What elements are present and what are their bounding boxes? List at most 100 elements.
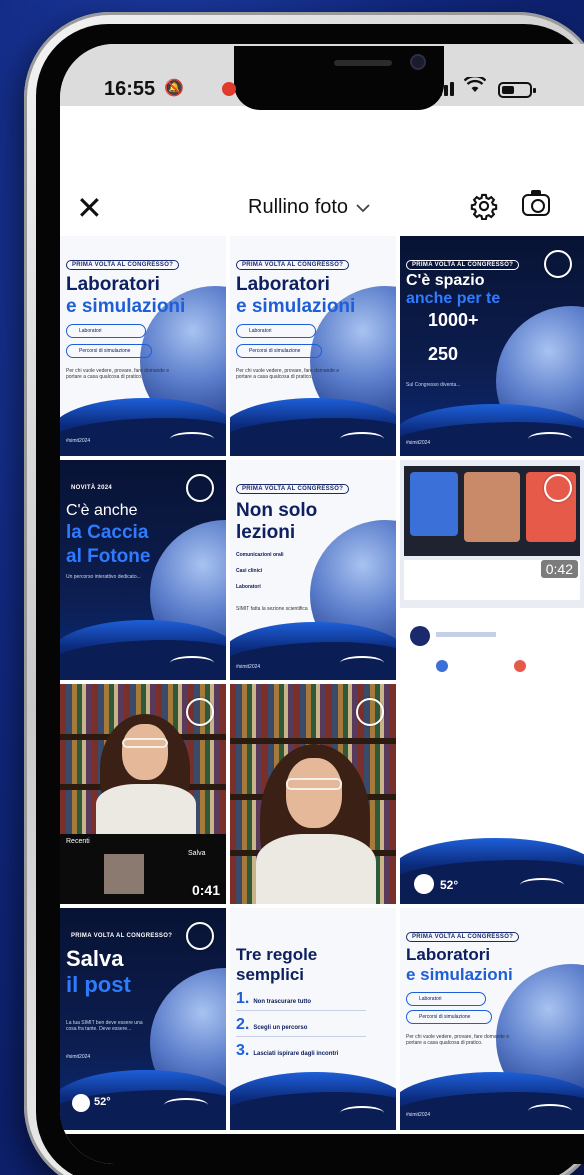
post-hashtag: #simit2024 (66, 1054, 91, 1060)
photo-picker-header: ✕ Rullino foto (60, 184, 584, 234)
recents-label: Recenti (66, 838, 90, 845)
post-tag: PRIMA VOLTA AL CONGRESSO? (71, 933, 173, 939)
post-hashtag: #simit2024 (406, 1112, 431, 1118)
video-duration: 0:41 (191, 882, 220, 898)
select-circle[interactable] (544, 250, 572, 278)
wifi-icon (463, 75, 487, 98)
photo-tile[interactable]: PRIMA VOLTA AL CONGRESSO? Salva il post … (60, 908, 226, 1130)
post-title: Laboratori (406, 945, 491, 964)
person-face (122, 724, 168, 780)
video-tile[interactable]: 0:42 (400, 460, 584, 608)
post-text: Un percorso interattivo dedicato... (66, 574, 141, 580)
post-subtitle: anche per te (406, 290, 501, 307)
post-item: Comunicazioni orali (236, 552, 284, 558)
post-pill: Laboratori (66, 324, 146, 338)
logo-mountain-icon (340, 432, 384, 446)
video-tile[interactable]: Recenti Salva 0:41 (60, 684, 226, 904)
logo-mountain-icon (340, 656, 384, 670)
rule-item: 2. Scegli un percorso (236, 1016, 308, 1033)
photo-tile[interactable]: PRIMA VOLTA AL CONGRESSO? Non solo lezio… (230, 460, 396, 680)
post-subtitle: la Caccia (66, 522, 149, 543)
notch (234, 46, 444, 110)
logo-mountain-icon (520, 878, 564, 892)
post-tag: PRIMA VOLTA AL CONGRESSO? (406, 932, 520, 942)
silent-bell-icon: 🔕 (164, 80, 184, 97)
video-duration: 0:42 (540, 560, 578, 578)
bottom-bezel (60, 1134, 584, 1164)
post-subtitle: al Fotone (66, 546, 151, 567)
post-tag: NOVITÀ 2024 (71, 485, 112, 491)
post-tag: PRIMA VOLTA AL CONGRESSO? (236, 484, 350, 494)
edition-badge: 52° (440, 878, 459, 892)
post-tag: PRIMA VOLTA AL CONGRESSO? (66, 260, 180, 270)
select-circle[interactable] (186, 922, 214, 950)
glasses (122, 738, 168, 748)
post-text: Per chi vuole vedere, provare, fare doma… (236, 368, 340, 380)
glasses (286, 778, 342, 790)
rule-item: 3. Lasciati ispirare dagli incontri (236, 1042, 339, 1059)
post-pill: Laboratori (236, 324, 316, 338)
album-selector[interactable]: Rullino foto (248, 196, 370, 219)
post-pill: Percorsi di simulazione (66, 344, 152, 358)
post-title: lezioni (236, 522, 296, 543)
select-circle[interactable] (186, 474, 214, 502)
post-text: La tua SIMIT ben deve essere una cosa fr… (66, 1020, 143, 1032)
logo-mountain-icon (170, 656, 214, 670)
post-title: Salva (66, 946, 124, 971)
post-pill: Percorsi di simulazione (236, 344, 322, 358)
photo-tile[interactable]: 52° (400, 612, 584, 904)
close-icon[interactable]: ✕ (76, 192, 103, 224)
photo-tile[interactable]: PRIMA VOLTA AL CONGRESSO? Laboratori e s… (60, 236, 226, 456)
post-subtitle: e simulazioni (66, 296, 186, 317)
photo-tile[interactable]: PRIMA VOLTA AL CONGRESSO? Laboratori e s… (400, 908, 584, 1130)
post-title: Non solo (236, 500, 318, 521)
album-title: Rullino foto (248, 196, 349, 218)
gear-icon[interactable] (470, 192, 498, 227)
photo-tile[interactable]: NOVITÀ 2024 C'è anche la Caccia al Foton… (60, 460, 226, 680)
post-hashtag: #simit2024 (236, 664, 261, 670)
speaker-grille (334, 60, 392, 66)
video-tile[interactable] (230, 684, 396, 904)
stat-number: 250 (428, 344, 459, 364)
post-subtitle: e simulazioni (406, 965, 513, 984)
post-title: Laboratori (236, 274, 330, 295)
post-text: SIMIT fatta la sezione scientifica (236, 606, 308, 612)
logo-mountain-icon (528, 432, 572, 446)
reaction-icon (436, 660, 448, 672)
photo-tile[interactable]: PRIMA VOLTA AL CONGRESSO? C'è spazio anc… (400, 236, 584, 456)
logo-mountain-icon (528, 1104, 572, 1118)
phone-screen: 16:55 🔕 ✕ Rullino foto PRIMA VOLTA AL CO… (60, 44, 584, 1164)
post-text: Per chi vuole vedere, provare, fare doma… (406, 1034, 510, 1046)
save-label: Salva (188, 850, 206, 857)
select-circle[interactable] (544, 474, 572, 502)
reaction-icon (514, 660, 526, 672)
photo-tile[interactable]: Tre regole semplici 1. Non trascurare tut… (230, 908, 396, 1130)
post-item: Laboratori (236, 584, 261, 590)
profile-avatar (410, 626, 430, 646)
post-subtitle: il post (66, 972, 131, 997)
photo-grid: PRIMA VOLTA AL CONGRESSO? Laboratori e s… (60, 236, 584, 1164)
post-pill: Percorsi di simulazione (406, 1010, 492, 1024)
logo-badge-icon (72, 1094, 90, 1112)
stat-number: 1000+ (428, 310, 479, 330)
mini-thumbnail (104, 854, 144, 894)
logo-mountain-icon (340, 1106, 384, 1120)
post-subtitle: e simulazioni (236, 296, 356, 317)
select-circle[interactable] (186, 698, 214, 726)
post-title: Laboratori (66, 274, 160, 295)
post-tag: PRIMA VOLTA AL CONGRESSO? (236, 260, 350, 270)
photo-tile[interactable]: PRIMA VOLTA AL CONGRESSO? Laboratori e s… (230, 236, 396, 456)
logo-badge-icon (414, 874, 434, 894)
edition-badge: 52° (94, 1096, 111, 1108)
front-camera (410, 54, 426, 70)
person-face (286, 758, 342, 828)
post-tag: PRIMA VOLTA AL CONGRESSO? (406, 260, 520, 270)
post-text: Sul Congresso diventa... (406, 382, 461, 388)
logo-mountain-icon (170, 432, 214, 446)
select-circle[interactable] (356, 698, 384, 726)
camera-icon[interactable] (522, 190, 550, 216)
recording-indicator (222, 82, 236, 96)
rule-item: 1. Non trascurare tutto (236, 990, 312, 1007)
post-hashtag: #simit2024 (66, 438, 91, 444)
divider (236, 1010, 366, 1011)
